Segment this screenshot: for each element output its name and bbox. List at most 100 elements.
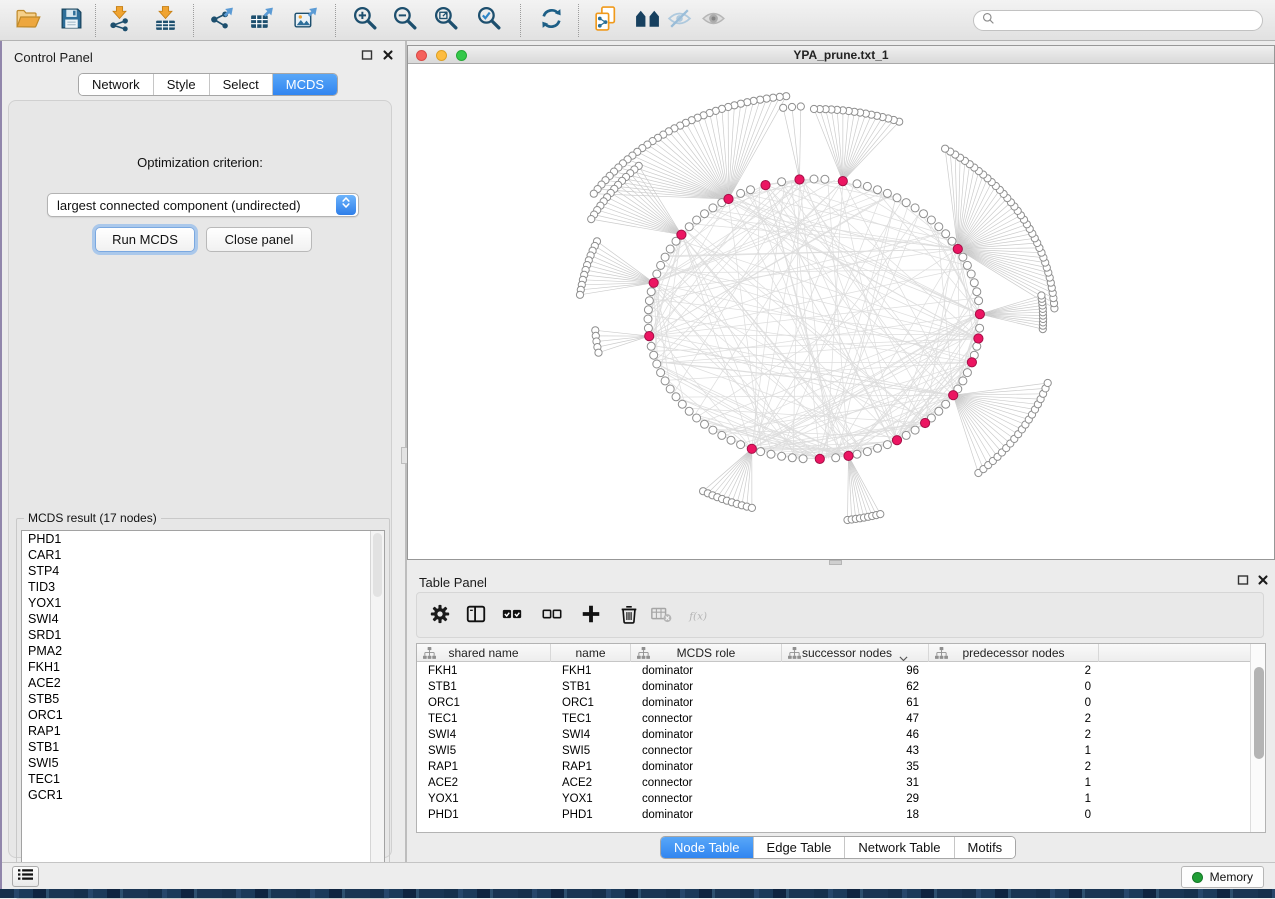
toolbar-zoom-selected-button[interactable] [472, 5, 506, 36]
zoom-selected-icon [476, 5, 503, 37]
mcds-result-item[interactable]: TEC1 [22, 771, 384, 787]
toolbar-zoom-fit-button[interactable] [429, 5, 463, 36]
column-header-successor-nodes[interactable]: successor nodes [782, 644, 929, 662]
close-table-panel-button[interactable] [1255, 574, 1271, 590]
search-icon [982, 12, 995, 30]
table-toolbar-settings-gear-button[interactable] [425, 602, 455, 630]
sort-indicator-icon [899, 650, 908, 656]
table-row[interactable]: PHD1 PHD1 dominator 18 0 [417, 807, 1250, 823]
mcds-result-item[interactable]: RAP1 [22, 723, 384, 739]
float-table-panel-button[interactable] [1235, 574, 1251, 590]
column-header-MCDS-role[interactable]: MCDS role [631, 644, 782, 662]
table-toolbar-deselect-all-rows-button[interactable] [537, 602, 567, 630]
table-row[interactable]: SWI5 SWI5 connector 43 1 [417, 743, 1250, 759]
deselect-all-rows-icon [541, 603, 563, 630]
toolbar-save-session-button[interactable] [54, 5, 88, 36]
cell-successor-nodes: 43 [782, 743, 929, 759]
column-header-shared-name[interactable]: shared name [417, 644, 551, 662]
mcds-list-scrollbar[interactable] [370, 531, 384, 893]
mcds-result-item[interactable]: STB1 [22, 739, 384, 755]
close-panel-action-button[interactable]: Close panel [206, 227, 312, 252]
search-input[interactable] [995, 14, 1262, 28]
optimization-criterion-select[interactable]: largest connected component (undirected) [47, 193, 359, 217]
toolbar-import-table-from-file-button[interactable] [148, 5, 182, 36]
tab-edge-table[interactable]: Edge Table [753, 837, 845, 858]
toolbar-refresh-network-button[interactable] [534, 5, 568, 36]
table-toolbar-select-all-rows-button[interactable] [497, 602, 527, 630]
toolbar-export-network-button[interactable] [204, 5, 238, 36]
tab-mcds[interactable]: MCDS [272, 74, 337, 95]
run-mcds-button[interactable]: Run MCDS [95, 227, 195, 252]
toolbar-zoom-out-button[interactable] [388, 5, 422, 36]
search-box[interactable] [973, 10, 1263, 31]
toolbar-separator [95, 4, 96, 37]
mcds-result-item[interactable]: STP4 [22, 563, 384, 579]
mcds-result-item[interactable]: ORC1 [22, 707, 384, 723]
zoom-fit-icon [433, 5, 460, 37]
mcds-result-item[interactable]: PMA2 [22, 643, 384, 659]
table-row[interactable]: FKH1 FKH1 dominator 96 2 [417, 663, 1250, 679]
toolbar-new-network-from-selection-button[interactable] [588, 5, 622, 36]
chevron-up-down-icon [341, 195, 351, 215]
memory-button[interactable]: Memory [1181, 866, 1264, 888]
float-panel-button[interactable] [359, 49, 375, 65]
toolbar-export-table-button[interactable] [244, 5, 278, 36]
column-header-predecessor-nodes[interactable]: predecessor nodes [929, 644, 1099, 662]
table-scrollbar[interactable] [1250, 644, 1265, 832]
svg-text:f(x): f(x) [688, 610, 707, 622]
toolbar-import-network-from-file-button[interactable] [102, 5, 136, 36]
horizontal-split-grip[interactable] [829, 560, 842, 565]
toolbar-open-session-button[interactable] [10, 5, 44, 36]
table-row[interactable]: ORC1 ORC1 dominator 61 0 [417, 695, 1250, 711]
cell-predecessor-nodes: 1 [929, 791, 1099, 807]
mcds-result-item[interactable]: PHD1 [22, 531, 384, 547]
tab-network-table[interactable]: Network Table [844, 837, 953, 858]
table-toolbar-function-builder-button: f(x) [686, 602, 726, 630]
mcds-result-item[interactable]: SWI5 [22, 755, 384, 771]
tab-motifs[interactable]: Motifs [954, 837, 1016, 858]
mcds-result-item[interactable]: YOX1 [22, 595, 384, 611]
table-toolbar-delete-column-button[interactable] [614, 602, 644, 630]
tab-style[interactable]: Style [153, 74, 209, 95]
network-canvas[interactable] [408, 64, 1274, 559]
cell-successor-nodes: 31 [782, 775, 929, 791]
table-row[interactable]: RAP1 RAP1 dominator 35 2 [417, 759, 1250, 775]
table-row[interactable]: STB1 STB1 dominator 62 0 [417, 679, 1250, 695]
mcds-result-item[interactable]: STB5 [22, 691, 384, 707]
desktop-edge [0, 41, 2, 889]
column-header-name[interactable]: name [551, 644, 631, 662]
tab-node-table[interactable]: Node Table [661, 837, 753, 858]
open-session-icon [14, 5, 41, 37]
export-table-icon [248, 5, 275, 37]
cell-predecessor-nodes: 0 [929, 807, 1099, 823]
mcds-result-item[interactable]: GCR1 [22, 787, 384, 803]
mcds-result-item[interactable]: SRD1 [22, 627, 384, 643]
table-toolbar-add-column-button[interactable] [576, 602, 606, 630]
tab-network[interactable]: Network [79, 74, 153, 95]
cell-mcds-role: dominator [631, 807, 782, 823]
mcds-result-item[interactable]: CAR1 [22, 547, 384, 563]
cell-mcds-role: dominator [631, 663, 782, 679]
table-toolbar-show-column-panel-button[interactable] [461, 602, 491, 630]
mcds-result-item[interactable]: ACE2 [22, 675, 384, 691]
table-panel-title: Table Panel [419, 575, 487, 590]
table-row[interactable]: SWI4 SWI4 dominator 46 2 [417, 727, 1250, 743]
table-row[interactable]: YOX1 YOX1 connector 29 1 [417, 791, 1250, 807]
cell-name: SWI4 [551, 727, 631, 743]
cell-name: RAP1 [551, 759, 631, 775]
status-menu-button[interactable] [12, 866, 39, 887]
table-row[interactable]: ACE2 ACE2 connector 31 1 [417, 775, 1250, 791]
tab-select[interactable]: Select [209, 74, 272, 95]
close-icon [1257, 573, 1269, 591]
mcds-result-item[interactable]: SWI4 [22, 611, 384, 627]
mcds-result-list[interactable]: PHD1CAR1STP4TID3YOX1SWI4SRD1PMA2FKH1ACE2… [21, 530, 385, 894]
cell-predecessor-nodes: 0 [929, 679, 1099, 695]
toolbar-export-image-button[interactable] [288, 5, 322, 36]
table-row[interactable]: TEC1 TEC1 connector 47 2 [417, 711, 1250, 727]
close-panel-button[interactable] [380, 49, 396, 65]
mcds-panel: Optimization criterion: largest connecte… [8, 100, 392, 858]
toolbar-first-neighbors-button[interactable] [630, 5, 664, 36]
mcds-result-item[interactable]: TID3 [22, 579, 384, 595]
toolbar-zoom-in-button[interactable] [348, 5, 382, 36]
mcds-result-item[interactable]: FKH1 [22, 659, 384, 675]
